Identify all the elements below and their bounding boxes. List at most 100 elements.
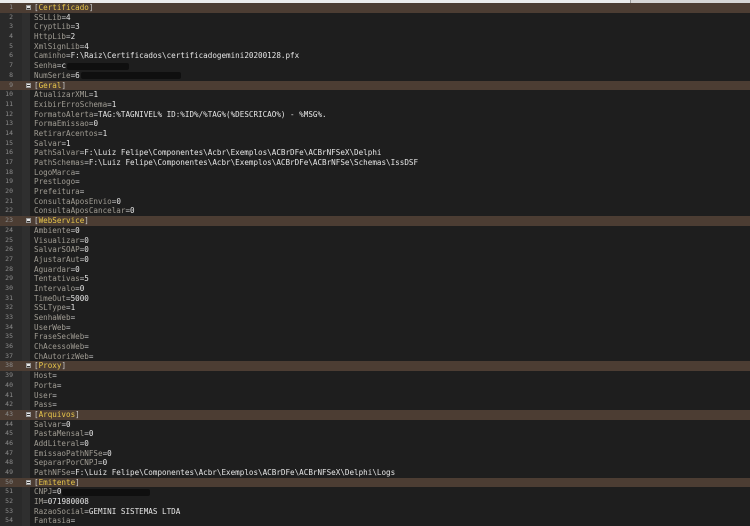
bracket-close: ]: [84, 216, 89, 226]
fold-collapse-icon[interactable]: [26, 411, 31, 417]
code-line[interactable]: 41 User=: [0, 391, 750, 401]
code-line[interactable]: 19 PrestLogo=: [0, 177, 750, 187]
section-header: [Certificado]: [34, 3, 93, 13]
code-line[interactable]: 42 Pass=: [0, 400, 750, 410]
equals-sign: =: [52, 371, 57, 381]
code-line[interactable]: 52 IM=071980008: [0, 497, 750, 507]
key: TimeOut: [34, 293, 67, 303]
code-line[interactable]: 15 Salvar=1: [0, 139, 750, 149]
line-number: 19: [5, 177, 13, 186]
code-line[interactable]: 33 SenhaWeb=: [0, 313, 750, 323]
key: SepararPorCNPJ: [34, 458, 99, 468]
code-line[interactable]: 21 ConsultaAposEnvio=0: [0, 197, 750, 207]
line-number: 40: [5, 380, 13, 389]
line-number: 13: [5, 119, 13, 128]
value: 0: [130, 206, 135, 216]
key: ExibirErroSchema: [34, 99, 108, 109]
fold-collapse-icon[interactable]: [26, 363, 31, 369]
line-number: 2: [9, 12, 13, 21]
key-value-pair: ChAutorizWeb=: [34, 352, 93, 362]
code-line[interactable]: 32 SSLType=1: [0, 303, 750, 313]
code-line[interactable]: 18 LogoMarca=: [0, 168, 750, 178]
code-line[interactable]: 35 FraseSecWeb=: [0, 332, 750, 342]
code-line[interactable]: 17 PathSchemas=F:\Luiz Felipe\Componentes…: [0, 158, 750, 168]
code-line[interactable]: 36 ChAcessoWeb=: [0, 342, 750, 352]
line-number: 21: [5, 196, 13, 205]
code-line[interactable]: 34 UserWeb=: [0, 323, 750, 333]
code-line[interactable]: 13 FormaEmissao=0: [0, 119, 750, 129]
line-number: 12: [5, 109, 13, 118]
code-line[interactable]: 44 Salvar=0: [0, 420, 750, 430]
section-header-line[interactable]: 38 [Proxy]: [0, 361, 750, 372]
section-header-line[interactable]: 50 [Emitente]: [0, 477, 750, 488]
equals-sign: =: [66, 322, 71, 332]
code-line[interactable]: 40 Porta=: [0, 381, 750, 391]
key-value-pair: NumSerie=6: [34, 71, 181, 81]
code-line[interactable]: 49 PathNFSe=F:\Luiz Felipe\Componentes\Ac…: [0, 468, 750, 478]
fold-collapse-icon[interactable]: [26, 218, 31, 224]
code-line[interactable]: 30 Intervalo=0: [0, 284, 750, 294]
key-value-pair: Porta=: [34, 381, 61, 391]
code-line[interactable]: 29 Tentativas=5: [0, 274, 750, 284]
fold-collapse-icon[interactable]: [26, 479, 31, 485]
line-number: 16: [5, 148, 13, 157]
value: 6: [75, 70, 80, 80]
line-number: 11: [5, 99, 13, 108]
code-line[interactable]: 45 PastaMensal=0: [0, 429, 750, 439]
section-name: Arquivos: [38, 409, 76, 419]
section-name: Proxy: [38, 361, 62, 371]
code-line[interactable]: 37 ChAutorizWeb=: [0, 352, 750, 362]
line-number: 22: [5, 206, 13, 215]
code-line[interactable]: 8 NumSerie=6: [0, 71, 750, 81]
code-line[interactable]: 24 Ambiente=0: [0, 226, 750, 236]
code-line[interactable]: 53 RazaoSocial=GEMINI SISTEMAS LTDA: [0, 507, 750, 517]
code-line[interactable]: 11 ExibirErroSchema=1: [0, 100, 750, 110]
fold-collapse-icon[interactable]: [26, 82, 31, 88]
text-editor[interactable]: 1 [Certificado] 2 SSLLib=4 3 CryptLib=3 4 HttpL…: [0, 0, 750, 526]
code-line[interactable]: 12 FormatoAlerta=TAG:%TAGNIVEL% ID:%ID%/%…: [0, 110, 750, 120]
section-header: [Emitente]: [34, 478, 80, 488]
key: CryptLib: [34, 22, 71, 32]
code-line[interactable]: 26 SalvarSOAP=0: [0, 245, 750, 255]
line-number: 25: [5, 235, 13, 244]
code-line[interactable]: 5 XmlSignLib=4: [0, 42, 750, 52]
code-line[interactable]: 7 Senha=c: [0, 61, 750, 71]
value: 0: [66, 419, 71, 429]
code-line[interactable]: 6 Caminho=F:\Raiz\Certificados\certificad…: [0, 51, 750, 61]
section-header-line[interactable]: 23 [WebService]: [0, 216, 750, 226]
code-line[interactable]: 2 SSLLib=4: [0, 13, 750, 23]
code-line[interactable]: 25 Visualizar=0: [0, 236, 750, 246]
value: 1: [66, 138, 71, 148]
code-area[interactable]: 1 [Certificado] 2 SSLLib=4 3 CryptLib=3 4 HttpL…: [0, 3, 750, 526]
code-line[interactable]: 14 RetirarAcentos=1: [0, 129, 750, 139]
value: 0: [84, 235, 89, 245]
code-line[interactable]: 22 ConsultaAposCancelar=0: [0, 206, 750, 216]
line-number: 26: [5, 245, 13, 254]
code-line[interactable]: 48 SepararPorCNPJ=0: [0, 458, 750, 468]
code-line[interactable]: 54 Fantasia=: [0, 516, 750, 526]
code-line[interactable]: 28 Aguardar=0: [0, 265, 750, 275]
code-line[interactable]: 39 Host=: [0, 371, 750, 381]
section-header-line[interactable]: 9 [Geral]: [0, 80, 750, 91]
code-line[interactable]: 51 CNPJ=0: [0, 487, 750, 497]
section-header-line[interactable]: 43 [Arquivos]: [0, 409, 750, 420]
redaction-scribble: [62, 488, 151, 496]
code-line[interactable]: 46 AddLiteral=0: [0, 439, 750, 449]
key: PathSalvar: [34, 148, 80, 158]
line-number: 33: [5, 313, 13, 321]
code-line[interactable]: 27 AjustarAut=0: [0, 255, 750, 265]
code-line[interactable]: 47 EmissaoPathNFSe=0: [0, 449, 750, 459]
key-value-pair: SenhaWeb=: [34, 313, 75, 323]
redaction-scribble: [67, 62, 130, 70]
code-line[interactable]: 3 CryptLib=3: [0, 22, 750, 32]
fold-collapse-icon[interactable]: [26, 5, 31, 10]
code-line[interactable]: 20 Prefeitura=: [0, 187, 750, 197]
key-value-pair: Caminho=F:\Raiz\Certificados\certificado…: [34, 51, 299, 61]
code-line[interactable]: 10 AtualizarXML=1: [0, 90, 750, 100]
code-line[interactable]: 16 PathSalvar=F:\Luiz Felipe\Componentes\…: [0, 148, 750, 158]
key-value-pair: XmlSignLib=4: [34, 42, 89, 52]
key-value-pair: Intervalo=0: [34, 284, 84, 294]
code-line[interactable]: 4 HttpLib=2: [0, 32, 750, 42]
section-header-line[interactable]: 1 [Certificado]: [0, 3, 750, 13]
code-line[interactable]: 31 TimeOut=5000: [0, 294, 750, 304]
